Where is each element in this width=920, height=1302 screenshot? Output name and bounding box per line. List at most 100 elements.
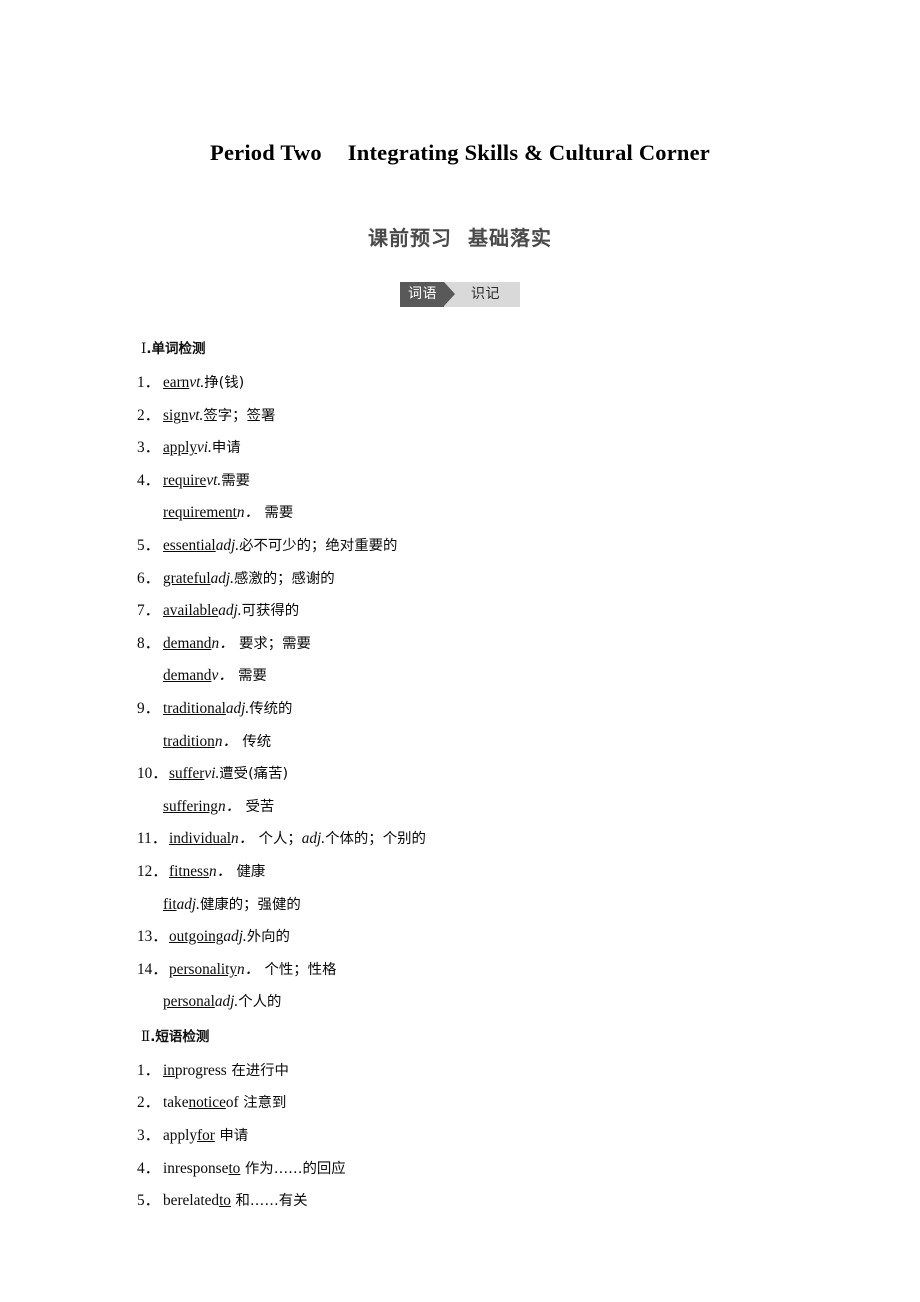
part-of-speech: n． bbox=[214, 732, 238, 750]
part-of-speech: vt. bbox=[189, 374, 205, 391]
phrase-suffix: of bbox=[225, 1094, 239, 1112]
word-answer: available bbox=[163, 602, 219, 620]
list-item: 5． essentialadj.必不可少的；绝对重要的 bbox=[137, 530, 837, 563]
word-answer: fit bbox=[163, 895, 177, 913]
item-number: 10． bbox=[137, 765, 168, 783]
phrase-answer: in bbox=[163, 1061, 175, 1079]
part-of-speech: adj. bbox=[218, 602, 242, 620]
word-meaning: 传统 bbox=[237, 733, 272, 750]
word-meaning: 遭受(痛苦) bbox=[219, 766, 289, 783]
list-item: fitadj.健康的；强健的 bbox=[137, 889, 837, 922]
word-answer: requirement bbox=[163, 504, 237, 522]
part-of-speech: n． bbox=[236, 504, 260, 522]
group-heading-text: .短语检测 bbox=[150, 1028, 210, 1045]
item-number: 4． bbox=[137, 471, 160, 489]
exercise-list: Ⅰ.单词检测 1． earnvt.挣(钱) 2． signvt.签字；签署 3． apply… bbox=[137, 340, 837, 1218]
content-body: Ⅰ.单词检测 1． earnvt.挣(钱) 2． signvt.签字；签署 3． apply… bbox=[137, 340, 837, 1218]
word-answer: apply bbox=[163, 439, 197, 457]
list-item: 14．personalityn． 个性；性格 bbox=[137, 954, 837, 987]
word-meaning: 个性；性格 bbox=[259, 961, 337, 978]
page-title-heading: Integrating Skills & Cultural Corner bbox=[347, 140, 710, 165]
phrase-meaning: 和……有关 bbox=[230, 1193, 308, 1210]
item-number: 6． bbox=[137, 569, 160, 587]
section-subtitle-right: 基础落实 bbox=[468, 226, 552, 250]
list-item: 4． inresponseto 作为……的回应 bbox=[137, 1153, 837, 1186]
phrase-answer: to bbox=[219, 1192, 231, 1210]
item-number: 3． bbox=[137, 1127, 160, 1145]
part-of-speech: v． bbox=[211, 667, 234, 685]
part-of-speech: n． bbox=[236, 960, 260, 978]
item-number: 12． bbox=[137, 862, 168, 880]
item-number: 4． bbox=[137, 1159, 160, 1177]
item-number: 8． bbox=[137, 634, 160, 652]
part-of-speech: n． bbox=[217, 797, 241, 815]
word-meaning: 外向的 bbox=[246, 929, 290, 946]
part-of-speech: vt. bbox=[206, 471, 222, 489]
phrase-meaning: 作为……的回应 bbox=[240, 1160, 346, 1177]
item-number: 2． bbox=[137, 1094, 160, 1112]
list-item: personaladj.个人的 bbox=[137, 986, 837, 1019]
part-of-speech: vi. bbox=[204, 765, 220, 783]
phrase-prefix: inresponse bbox=[163, 1159, 229, 1177]
item-number: 1． bbox=[137, 374, 160, 391]
phrase-answer: notice bbox=[188, 1094, 226, 1112]
part-of-speech: adj. bbox=[176, 895, 200, 913]
group-heading: Ⅰ.单词检测 bbox=[141, 340, 837, 358]
word-answer: essential bbox=[163, 536, 216, 554]
word-answer: grateful bbox=[163, 569, 211, 587]
part-of-speech: adj. bbox=[210, 569, 234, 587]
word-answer: demand bbox=[163, 667, 212, 685]
phrase-meaning: 在进行中 bbox=[226, 1062, 289, 1079]
list-item: 1． inprogress 在进行中 bbox=[137, 1055, 837, 1088]
word-answer: traditional bbox=[163, 699, 226, 717]
phrase-prefix: apply bbox=[163, 1127, 197, 1145]
list-item: 3． applyfor 申请 bbox=[137, 1120, 837, 1153]
list-item: 1． earnvt.挣(钱) bbox=[137, 367, 837, 400]
word-meaning: 个人； bbox=[254, 831, 302, 848]
word-answer: personality bbox=[169, 960, 237, 978]
item-number: 5． bbox=[137, 536, 160, 554]
list-item: 4． requirevt.需要 bbox=[137, 465, 837, 498]
word-meaning: 要求；需要 bbox=[234, 635, 311, 652]
word-answer: tradition bbox=[163, 732, 215, 750]
phrase-meaning: 申请 bbox=[214, 1128, 249, 1145]
word-answer: outgoing bbox=[169, 928, 224, 946]
word-meaning: 健康的；强健的 bbox=[199, 896, 301, 913]
part-of-speech: adj. bbox=[225, 699, 250, 717]
phrase-suffix: progress bbox=[174, 1061, 227, 1079]
word-meaning: 传统的 bbox=[249, 700, 293, 717]
word-meaning: 必不可少的；绝对重要的 bbox=[239, 537, 398, 554]
word-meaning: 挣(钱) bbox=[204, 375, 245, 391]
section-subtitle-left: 课前预习 bbox=[368, 226, 452, 250]
part-of-speech: n． bbox=[211, 634, 235, 652]
part-of-speech: adj. bbox=[214, 993, 239, 1011]
category-badge: 词语 识记 bbox=[400, 282, 520, 307]
badge-container: 词语 识记 bbox=[0, 282, 920, 307]
word-meaning: 受苦 bbox=[240, 798, 275, 815]
word-meaning: 需要 bbox=[221, 472, 250, 489]
item-number: 1． bbox=[137, 1061, 160, 1079]
group-heading-roman: Ⅱ bbox=[141, 1028, 151, 1044]
phrase-meaning: 注意到 bbox=[238, 1095, 287, 1112]
page-title-period: Period Two bbox=[210, 140, 322, 165]
item-number: 9． bbox=[137, 699, 160, 717]
word-meaning: 可获得的 bbox=[241, 603, 300, 620]
list-item: 12．fitnessn． 健康 bbox=[137, 856, 837, 889]
badge-primary-label: 词语 bbox=[400, 282, 444, 307]
phrase-answer: to bbox=[228, 1159, 241, 1177]
part-of-speech: adj. bbox=[223, 928, 247, 946]
word-answer: individual bbox=[169, 830, 232, 848]
list-item: 7． availableadj.可获得的 bbox=[137, 595, 837, 628]
phrase-prefix: berelated bbox=[163, 1192, 220, 1210]
list-item: 2． takenoticeof 注意到 bbox=[137, 1087, 837, 1120]
part-of-speech: n． bbox=[208, 862, 232, 880]
list-item: sufferingn． 受苦 bbox=[137, 791, 837, 824]
word-answer: sign bbox=[163, 406, 189, 424]
badge-secondary-label: 识记 bbox=[471, 286, 500, 302]
page-title: Period Two Integrating Skills & Cultural … bbox=[0, 140, 920, 166]
word-meaning: 需要 bbox=[259, 505, 294, 522]
word-answer: personal bbox=[163, 993, 215, 1011]
phrase-answer: for bbox=[197, 1127, 215, 1145]
word-meaning: 需要 bbox=[233, 668, 267, 685]
